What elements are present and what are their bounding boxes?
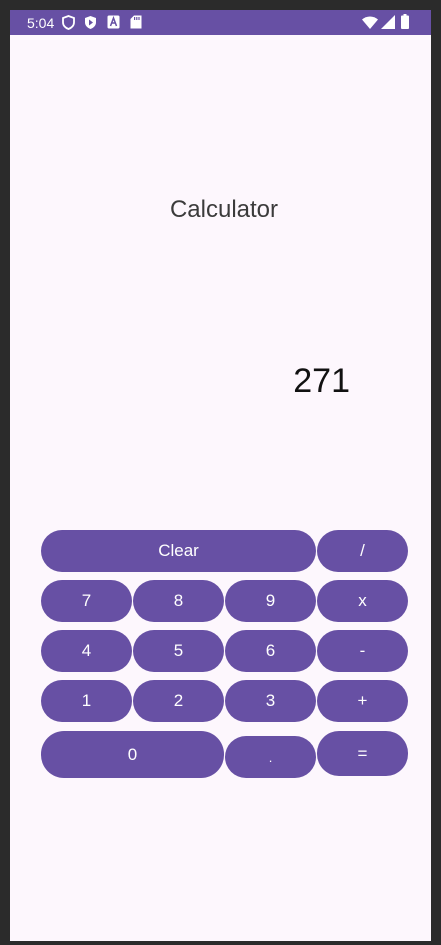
digit-0-button[interactable]: 0 bbox=[41, 731, 224, 778]
divide-button[interactable]: / bbox=[317, 530, 408, 572]
status-time: 5:04 bbox=[27, 15, 55, 31]
digit-1-button[interactable]: 1 bbox=[41, 680, 132, 722]
wifi-icon bbox=[362, 16, 378, 29]
digit-2-button[interactable]: 2 bbox=[133, 680, 224, 722]
multiply-button[interactable]: x bbox=[317, 580, 408, 622]
app-title: Calculator bbox=[169, 196, 279, 223]
subtract-button[interactable]: - bbox=[317, 630, 408, 672]
digit-7-button[interactable]: 7 bbox=[41, 580, 132, 622]
decimal-button[interactable]: . bbox=[225, 736, 316, 778]
digit-6-button[interactable]: 6 bbox=[225, 630, 316, 672]
add-button[interactable]: + bbox=[317, 680, 408, 722]
sd-card-icon bbox=[130, 15, 142, 29]
digit-5-button[interactable]: 5 bbox=[133, 630, 224, 672]
status-bar: 5:04 bbox=[10, 10, 431, 35]
equals-button[interactable]: = bbox=[317, 731, 408, 776]
result-display: 271 bbox=[293, 362, 350, 400]
signal-icon bbox=[381, 15, 395, 29]
phone-screen: 5:04 Calculator 271 Clear / 7 8 9 x 4 5 … bbox=[10, 10, 431, 941]
digit-3-button[interactable]: 3 bbox=[225, 680, 316, 722]
battery-icon bbox=[401, 14, 409, 29]
keyboard-a-icon bbox=[107, 15, 120, 29]
clear-button[interactable]: Clear bbox=[41, 530, 316, 572]
digit-4-button[interactable]: 4 bbox=[41, 630, 132, 672]
digit-9-button[interactable]: 9 bbox=[225, 580, 316, 622]
digit-8-button[interactable]: 8 bbox=[133, 580, 224, 622]
play-protect-icon bbox=[84, 15, 97, 30]
shield-icon bbox=[62, 15, 75, 30]
